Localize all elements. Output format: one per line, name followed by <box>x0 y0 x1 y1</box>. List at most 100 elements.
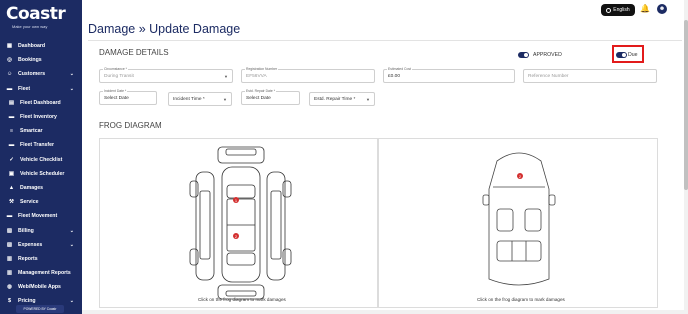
estimated-cost-field[interactable]: Estimated Cost £0.00 <box>383 67 515 83</box>
powered-by-badge: POWERED BY Coastr <box>16 305 64 313</box>
chart-icon: ▤ <box>8 99 15 106</box>
language-button[interactable]: English <box>601 4 635 16</box>
circumstance-value: During Transit <box>104 74 134 79</box>
sidebar-item-label: Fleet Movement <box>18 213 58 220</box>
incident-time-select[interactable]: Incident Time * ▼ <box>168 92 232 106</box>
sidebar-item-web-mobile-apps[interactable]: ◍ Web/Mobile Apps <box>0 280 82 294</box>
sidebar: Coastr Make your own way ▦ Dashboard ◎ Book… <box>0 0 82 314</box>
sidebar-item-fleet-inventory[interactable]: ▬ Fleet Inventory <box>0 110 82 124</box>
repair-time-value: Estd. Repair Time * <box>314 97 356 102</box>
sidebar-item-fleet-movement[interactable]: ▬ Fleet Movement <box>0 209 82 223</box>
vertical-scrollbar[interactable] <box>684 0 688 314</box>
sidebar-item-dashboard[interactable]: ▦ Dashboard <box>0 39 82 53</box>
sidebar-item-label: Dashboard <box>18 43 46 50</box>
sidebar-item-label: Smartcar <box>20 128 43 135</box>
sidebar-item-label: Fleet Dashboard <box>20 99 61 106</box>
frog-diagram-title: FROG DIAGRAM <box>99 121 162 130</box>
bell-icon[interactable]: 🔔 <box>640 4 650 13</box>
circumstance-label: Circumstance * <box>103 67 128 71</box>
incident-time-value: Incident Time * <box>173 97 205 102</box>
sidebar-item-smartcar[interactable]: ≡ Smartcar <box>0 124 82 138</box>
damage-markers-right: 2 <box>517 173 523 179</box>
registration-field[interactable]: Registration Number EF56VVA <box>241 67 375 83</box>
sidebar-item-label: Fleet Inventory <box>20 114 57 121</box>
sidebar-item-customers[interactable]: ☺ Customers ⌄ <box>0 67 82 81</box>
incident-date-field[interactable]: Incident Date * Select Date <box>99 89 157 105</box>
brand-name: Coastr <box>6 4 66 24</box>
frog-panel-left[interactable]: 1 2 Click on the frog diagram to mark da… <box>99 138 378 308</box>
sidebar-item-vehicle-checklist[interactable]: ✓ Vehicle Checklist <box>0 153 82 167</box>
incident-date-value: Select Date <box>104 96 129 101</box>
car-frog-diagram[interactable]: 1 2 <box>100 139 379 309</box>
user-avatar-icon[interactable]: ☻ <box>657 4 667 14</box>
app-root: Coastr Make your own way ▦ Dashboard ◎ Book… <box>0 0 688 314</box>
chevron-down-icon: ⌄ <box>69 85 74 92</box>
repair-date-label: Estd. Repair Date * <box>245 89 277 93</box>
sidebar-item-label: Web/Mobile Apps <box>18 284 61 291</box>
brand-logo[interactable]: Coastr Make your own way <box>0 0 82 38</box>
sidebar-item-label: Damages <box>20 184 44 191</box>
approved-toggle[interactable] <box>518 52 529 58</box>
chevron-down-icon: ⌄ <box>69 298 74 305</box>
chevron-down-icon: ▼ <box>366 97 370 102</box>
repair-time-select[interactable]: Estd. Repair Time * ▼ <box>309 92 375 106</box>
horizontal-scrollbar[interactable] <box>82 310 684 314</box>
approved-label: APPROVED <box>533 52 562 58</box>
check-icon: ✓ <box>9 156 14 163</box>
sidebar-nav: ▦ Dashboard ◎ Bookings ☺ Customers ⌄ ▬ Fleet ⌄ ▤ Fl… <box>0 39 82 309</box>
chevron-down-icon: ⌄ <box>69 241 74 248</box>
chevron-down-icon: ⌄ <box>69 227 74 234</box>
scrollbar-thumb[interactable] <box>684 20 688 190</box>
car-interior-diagram[interactable]: 2 <box>379 139 659 309</box>
sidebar-item-bookings[interactable]: ◎ Bookings <box>0 53 82 67</box>
expense-icon: ▨ <box>6 241 13 248</box>
globe-icon <box>606 7 612 13</box>
due-toggle[interactable] <box>616 52 627 58</box>
car-icon: ▬ <box>8 142 15 149</box>
sidebar-item-label: Customers <box>18 71 46 78</box>
sidebar-item-fleet-dashboard[interactable]: ▤ Fleet Dashboard <box>0 96 82 110</box>
repair-date-field[interactable]: Estd. Repair Date * Select Date <box>241 89 300 105</box>
book-icon: ◎ <box>7 57 12 64</box>
calendar-icon: ▣ <box>8 170 15 177</box>
sidebar-item-label: Service <box>20 199 39 206</box>
car-icon: ▬ <box>6 85 13 92</box>
frog-caption-left: Click on the frog diagram to mark damage… <box>198 297 286 302</box>
incident-date-label: Incident Date * <box>103 89 128 93</box>
reference-number-field[interactable]: Reference Number <box>523 69 657 83</box>
sidebar-item-fleet-transfer[interactable]: ▬ Fleet Transfer <box>0 138 82 152</box>
sidebar-item-label: Management Reports <box>18 270 71 277</box>
car-icon: ▬ <box>8 114 15 121</box>
estimated-cost-label: Estimated Cost <box>387 67 412 71</box>
circumstance-select[interactable]: Circumstance * During Transit ▼ <box>99 67 233 83</box>
frog-caption-right: Click on the frog diagram to mark damage… <box>477 297 565 302</box>
due-label: Due <box>628 52 638 58</box>
wrench-icon: ⚒ <box>9 199 14 206</box>
list-icon: ≡ <box>9 128 14 135</box>
sidebar-item-management-reports[interactable]: ▥ Management Reports <box>0 266 82 280</box>
chevron-down-icon: ⌄ <box>69 71 74 78</box>
sidebar-item-service[interactable]: ⚒ Service <box>0 195 82 209</box>
damage-markers-left: 1 2 <box>233 197 239 239</box>
sidebar-item-label: Fleet Transfer <box>20 142 55 149</box>
sidebar-item-vehicle-scheduler[interactable]: ▣ Vehicle Scheduler <box>0 167 82 181</box>
sidebar-item-billing[interactable]: ▧ Billing ⌄ <box>0 223 82 237</box>
billing-icon: ▧ <box>6 227 13 234</box>
damage-details-title: DAMAGE DETAILS <box>99 48 169 57</box>
report-icon: ▥ <box>6 255 13 262</box>
sidebar-item-expenses[interactable]: ▨ Expenses ⌄ <box>0 238 82 252</box>
sidebar-item-reports[interactable]: ▥ Reports <box>0 252 82 266</box>
title-divider <box>88 40 682 41</box>
chevron-down-icon: ▼ <box>223 97 227 102</box>
sidebar-item-label: Vehicle Checklist <box>20 156 63 163</box>
sidebar-item-fleet[interactable]: ▬ Fleet ⌄ <box>0 82 82 96</box>
chevron-down-icon: ▼ <box>224 74 228 79</box>
sidebar-item-label: Vehicle Scheduler <box>20 170 65 177</box>
car-icon: ▬ <box>6 213 13 220</box>
report-icon: ▥ <box>6 270 13 277</box>
sidebar-item-damages[interactable]: ▲ Damages <box>0 181 82 195</box>
registration-label: Registration Number <box>245 67 279 71</box>
brand-tagline: Make your own way <box>12 24 48 29</box>
frog-panel-right[interactable]: 2 Click on the frog diagram to mark dama… <box>378 138 658 308</box>
reference-number-placeholder: Reference Number <box>528 74 569 79</box>
